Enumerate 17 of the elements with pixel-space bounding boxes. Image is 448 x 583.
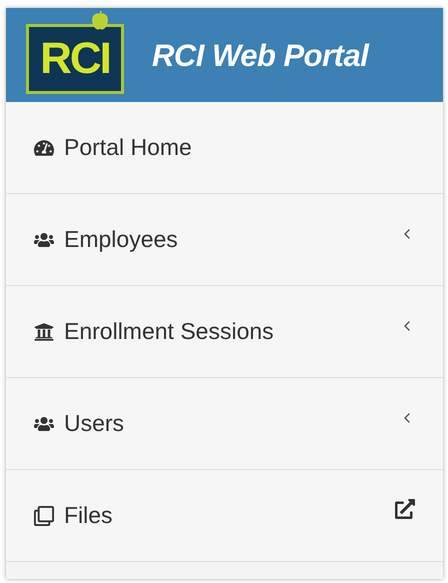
menu-label: Users [64, 409, 126, 438]
menu-item[interactable]: Employees [6, 194, 443, 286]
menu-label: Files [64, 501, 114, 530]
menu-item[interactable]: Enrollment Sessions [6, 286, 443, 378]
external-link-icon [395, 498, 415, 518]
logo-text: RCI [40, 37, 110, 81]
copy-icon [34, 506, 54, 526]
bank-icon [34, 322, 54, 342]
portal-title: RCI Web Portal [152, 40, 368, 70]
menu-label: Enrollment Sessions [64, 317, 275, 346]
menu-item[interactable]: Users [6, 378, 443, 470]
apple-icon [91, 11, 109, 31]
menu-item[interactable]: Files [6, 470, 443, 562]
menu-label: Employees [64, 225, 179, 254]
menu-label: Portal Home [64, 133, 193, 162]
menu-item[interactable]: Portal Home [6, 102, 443, 194]
gauge-icon [34, 138, 54, 158]
